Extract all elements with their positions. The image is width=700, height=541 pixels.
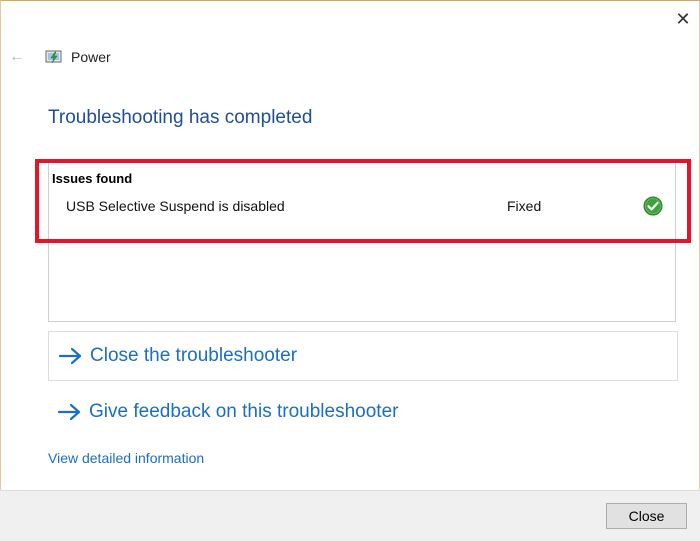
issue-name: USB Selective Suspend is disabled	[66, 198, 285, 214]
window-title: Power	[71, 49, 111, 65]
power-options-icon	[45, 50, 62, 64]
page-title: Troubleshooting has completed	[48, 107, 313, 128]
give-feedback-link[interactable]: Give feedback on this troubleshooter	[48, 387, 678, 437]
close-window-button[interactable]: ✕	[673, 9, 693, 29]
right-arrow-icon	[57, 403, 81, 421]
green-check-icon	[643, 196, 663, 216]
close-icon: ✕	[675, 9, 691, 29]
issues-found-header: Issues found	[52, 171, 133, 186]
close-troubleshooter-label: Close the troubleshooter	[90, 345, 298, 366]
close-button[interactable]: Close	[606, 503, 687, 529]
issues-list-box	[48, 162, 676, 322]
issue-status: Fixed	[507, 198, 542, 214]
dialog-footer	[0, 490, 700, 541]
give-feedback-label: Give feedback on this troubleshooter	[89, 401, 399, 422]
view-detailed-information-link[interactable]: View detailed information	[48, 450, 204, 466]
right-arrow-icon	[58, 347, 82, 365]
back-button[interactable]: ←	[9, 47, 27, 67]
back-arrow-icon: ←	[9, 48, 25, 65]
close-troubleshooter-link[interactable]: Close the troubleshooter	[48, 331, 678, 381]
